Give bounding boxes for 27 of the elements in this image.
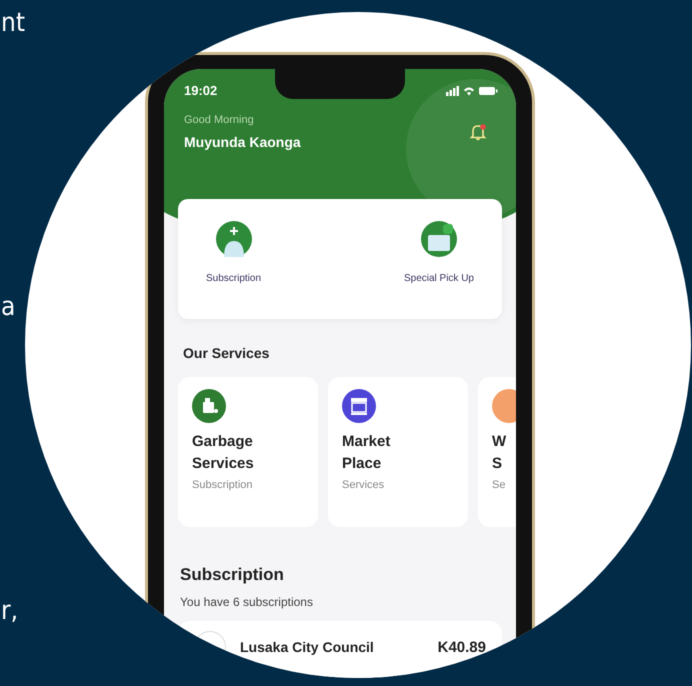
action-label[interactable]: Subscription bbox=[206, 273, 262, 284]
service-title: W S bbox=[492, 432, 508, 474]
service-subtitle: Services bbox=[342, 479, 386, 491]
bell-icon[interactable] bbox=[468, 122, 488, 142]
pickup-icon[interactable] bbox=[420, 221, 457, 257]
service-card[interactable]: Market Place Services bbox=[328, 377, 468, 527]
greeting-text: Good Morning bbox=[184, 114, 255, 126]
subscription-name: Lusaka City Council bbox=[240, 639, 375, 655]
section-title: Subscription bbox=[180, 565, 285, 585]
service-subtitle: Subscription bbox=[192, 479, 254, 491]
subscription-row[interactable]: Lusaka City Council K40.89 bbox=[178, 621, 502, 678]
status-time: 19:02 bbox=[184, 83, 218, 98]
action-label[interactable]: Special Pick Up bbox=[404, 273, 474, 284]
service-card[interactable]: W S Se bbox=[478, 377, 516, 527]
cut-off-text: r, bbox=[1, 596, 20, 626]
service-subtitle: Se bbox=[492, 479, 506, 491]
cut-off-text: nt bbox=[1, 8, 25, 38]
user-name: Muyunda Kaonga bbox=[184, 134, 301, 150]
subscription-count: You have 6 subscriptions bbox=[180, 595, 314, 609]
service-title: Market Place bbox=[342, 432, 392, 474]
add-subscription-icon[interactable] bbox=[216, 221, 252, 257]
service-card[interactable]: Garbage Services Subscription bbox=[178, 377, 318, 527]
service-title: Garbage Services bbox=[192, 432, 255, 474]
cut-off-text: a bbox=[1, 292, 16, 322]
section-title: Our Services bbox=[183, 345, 270, 361]
subscription-amount: K40.89 bbox=[438, 638, 486, 656]
status-icons bbox=[446, 86, 498, 96]
